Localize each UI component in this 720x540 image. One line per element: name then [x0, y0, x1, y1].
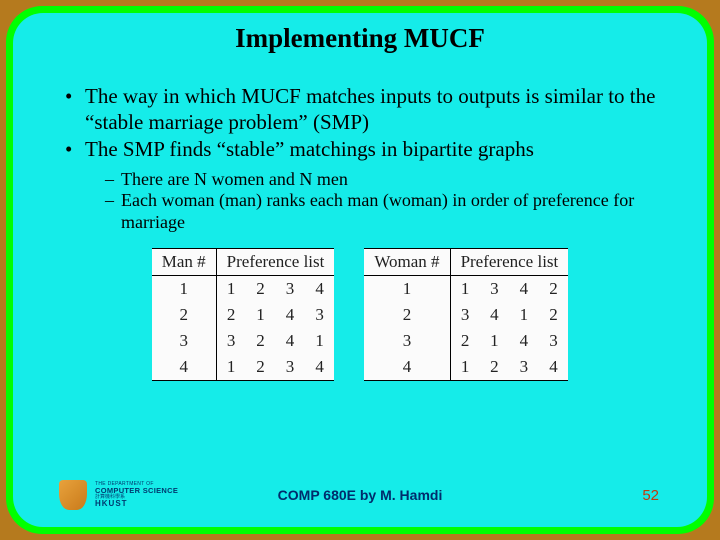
cell: 1	[509, 302, 539, 328]
cell: 1	[480, 328, 510, 354]
man-header-pref: Preference list	[216, 248, 334, 275]
slide-frame: Implementing MUCF The way in which MUCF …	[6, 6, 714, 534]
cell: 4	[509, 275, 539, 302]
dept-logo: THE DEPARTMENT OF COMPUTER SCIENCE 計算機科學…	[57, 477, 178, 513]
cell: 1	[364, 275, 450, 302]
sub-bullet-list: There are N women and N men Each woman (…	[47, 169, 673, 234]
table-row: 3 2 1 4 3	[364, 328, 568, 354]
cell: 3	[509, 354, 539, 381]
course-footer: COMP 680E by M. Hamdi	[278, 487, 443, 503]
cell: 3	[152, 328, 216, 354]
woman-header-id: Woman #	[364, 248, 450, 275]
man-header-id: Man #	[152, 248, 216, 275]
bullet-2: The SMP finds “stable” matchings in bipa…	[65, 137, 673, 163]
cell: 2	[246, 275, 276, 302]
cell: 4	[305, 275, 335, 302]
table-row: 3 3 2 4 1	[152, 328, 335, 354]
cell: 4	[480, 302, 510, 328]
cell: 4	[364, 354, 450, 381]
slide-body: Implementing MUCF The way in which MUCF …	[13, 13, 707, 527]
cell: 1	[450, 354, 480, 381]
cell: 2	[246, 354, 276, 381]
cell: 3	[275, 275, 305, 302]
cell: 4	[509, 328, 539, 354]
cell: 2	[480, 354, 510, 381]
sub-bullet-2: Each woman (man) ranks each man (woman) …	[105, 190, 673, 233]
table-row: 2 2 1 4 3	[152, 302, 335, 328]
cell: 3	[305, 302, 335, 328]
cell: 1	[305, 328, 335, 354]
slide-title: Implementing MUCF	[47, 23, 673, 54]
cell: 4	[275, 302, 305, 328]
cell: 4	[539, 354, 569, 381]
cell: 3	[364, 328, 450, 354]
cell: 3	[539, 328, 569, 354]
cell: 2	[216, 302, 246, 328]
cell: 3	[275, 354, 305, 381]
table-row: 2 3 4 1 2	[364, 302, 568, 328]
cell: 4	[275, 328, 305, 354]
woman-header-pref: Preference list	[450, 248, 568, 275]
cell: 1	[450, 275, 480, 302]
logo-line-4: HKUST	[95, 500, 178, 508]
page-number: 52	[642, 487, 659, 504]
cell: 1	[152, 275, 216, 302]
cell: 2	[450, 328, 480, 354]
tables-row: Man # Preference list 1 1 2 3 4 2 2 1 4 …	[47, 248, 673, 381]
logo-text: THE DEPARTMENT OF COMPUTER SCIENCE 計算機科學…	[95, 482, 178, 509]
cell: 3	[480, 275, 510, 302]
cell: 1	[246, 302, 276, 328]
bullet-list: The way in which MUCF matches inputs to …	[47, 84, 673, 163]
table-row: 1 1 2 3 4	[152, 275, 335, 302]
footer: THE DEPARTMENT OF COMPUTER SCIENCE 計算機科學…	[13, 477, 707, 513]
cell: 4	[152, 354, 216, 381]
sub-bullet-1: There are N women and N men	[105, 169, 673, 191]
woman-table: Woman # Preference list 1 1 3 4 2 2 3 4 …	[364, 248, 568, 381]
logo-icon	[57, 477, 89, 513]
cell: 3	[216, 328, 246, 354]
table-row: 4 1 2 3 4	[152, 354, 335, 381]
cell: 1	[216, 275, 246, 302]
bullet-1: The way in which MUCF matches inputs to …	[65, 84, 673, 135]
man-table: Man # Preference list 1 1 2 3 4 2 2 1 4 …	[152, 248, 335, 381]
cell: 2	[152, 302, 216, 328]
cell: 2	[246, 328, 276, 354]
cell: 2	[539, 275, 569, 302]
table-row: 4 1 2 3 4	[364, 354, 568, 381]
cell: 3	[450, 302, 480, 328]
cell: 4	[305, 354, 335, 381]
cell: 2	[539, 302, 569, 328]
cell: 2	[364, 302, 450, 328]
table-row: 1 1 3 4 2	[364, 275, 568, 302]
cell: 1	[216, 354, 246, 381]
